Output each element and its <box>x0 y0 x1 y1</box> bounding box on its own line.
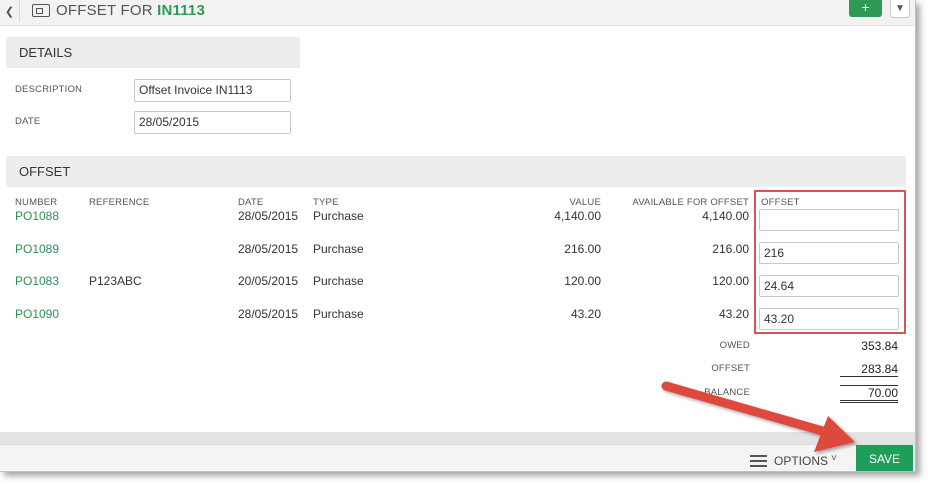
chevron-down-icon: ▼ <box>895 2 905 14</box>
hamburger-icon[interactable] <box>750 455 767 467</box>
description-label: DESCRIPTION <box>15 84 83 95</box>
row-available: 43.20 <box>718 307 749 321</box>
row-date: 20/05/2015 <box>238 274 299 288</box>
balance-value: 70.00 <box>840 385 898 403</box>
date-label: DATE <box>15 116 41 127</box>
offset-section-header: OFFSET <box>6 156 906 187</box>
row-number-link[interactable]: PO1088 <box>15 209 59 223</box>
date-field[interactable]: 28/05/2015 <box>134 111 291 134</box>
offset-window: ❮ OFFSET FOR IN1113 + ▼ DETAILS DESCRIPT… <box>0 0 916 472</box>
column-header-number: NUMBER <box>15 197 58 208</box>
row-type: Purchase <box>313 307 364 321</box>
offset-column-highlight <box>754 190 906 334</box>
row-number-link[interactable]: PO1090 <box>15 307 59 321</box>
row-date: 28/05/2015 <box>238 307 299 321</box>
row-type: Purchase <box>313 209 364 223</box>
offset-total-value: 283.84 <box>840 362 898 377</box>
invoice-icon <box>32 4 50 17</box>
row-number-link[interactable]: PO1083 <box>15 274 59 288</box>
plus-icon: + <box>861 0 870 15</box>
footer-bar: OPTIONS ˅ SAVE <box>0 444 915 471</box>
horizontal-scrollbar[interactable] <box>0 432 915 444</box>
row-value: 216.00 <box>564 242 601 256</box>
chevron-left-icon: ❮ <box>4 5 15 18</box>
column-header-date: DATE <box>238 197 264 208</box>
row-value: 4,140.00 <box>554 209 601 223</box>
row-value: 43.20 <box>570 307 601 321</box>
row-type: Purchase <box>313 242 364 256</box>
offset-total-label: OFFSET <box>711 363 750 374</box>
owed-label: OWED <box>719 340 750 351</box>
owed-value: 353.84 <box>861 339 898 353</box>
column-header-type: TYPE <box>313 197 339 208</box>
row-reference: P123ABC <box>89 274 142 288</box>
title-bar: ❮ OFFSET FOR IN1113 + ▼ <box>0 0 915 26</box>
add-button[interactable]: + <box>849 0 882 17</box>
details-section-header: DETAILS <box>6 37 300 68</box>
description-field[interactable]: Offset Invoice IN1113 <box>134 79 291 102</box>
row-type: Purchase <box>313 274 364 288</box>
row-value: 120.00 <box>564 274 601 288</box>
back-button[interactable]: ❮ <box>0 0 20 22</box>
chevron-down-icon: ˅ <box>831 453 837 464</box>
page-title: OFFSET FOR IN1113 <box>56 2 206 19</box>
title-reference: IN1113 <box>157 2 206 19</box>
column-header-value: VALUE <box>569 197 601 208</box>
balance-label: BALANCE <box>704 387 750 398</box>
window-menu-button[interactable]: ▼ <box>890 0 910 18</box>
column-header-available: AVAILABLE FOR OFFSET <box>632 197 749 208</box>
row-date: 28/05/2015 <box>238 209 299 223</box>
save-button[interactable]: SAVE <box>856 445 913 471</box>
options-button[interactable]: OPTIONS <box>774 454 828 468</box>
row-date: 28/05/2015 <box>238 242 299 256</box>
row-available: 216.00 <box>712 242 749 256</box>
row-available: 4,140.00 <box>702 209 749 223</box>
row-number-link[interactable]: PO1089 <box>15 242 59 256</box>
column-header-reference: REFERENCE <box>89 197 150 208</box>
row-available: 120.00 <box>712 274 749 288</box>
